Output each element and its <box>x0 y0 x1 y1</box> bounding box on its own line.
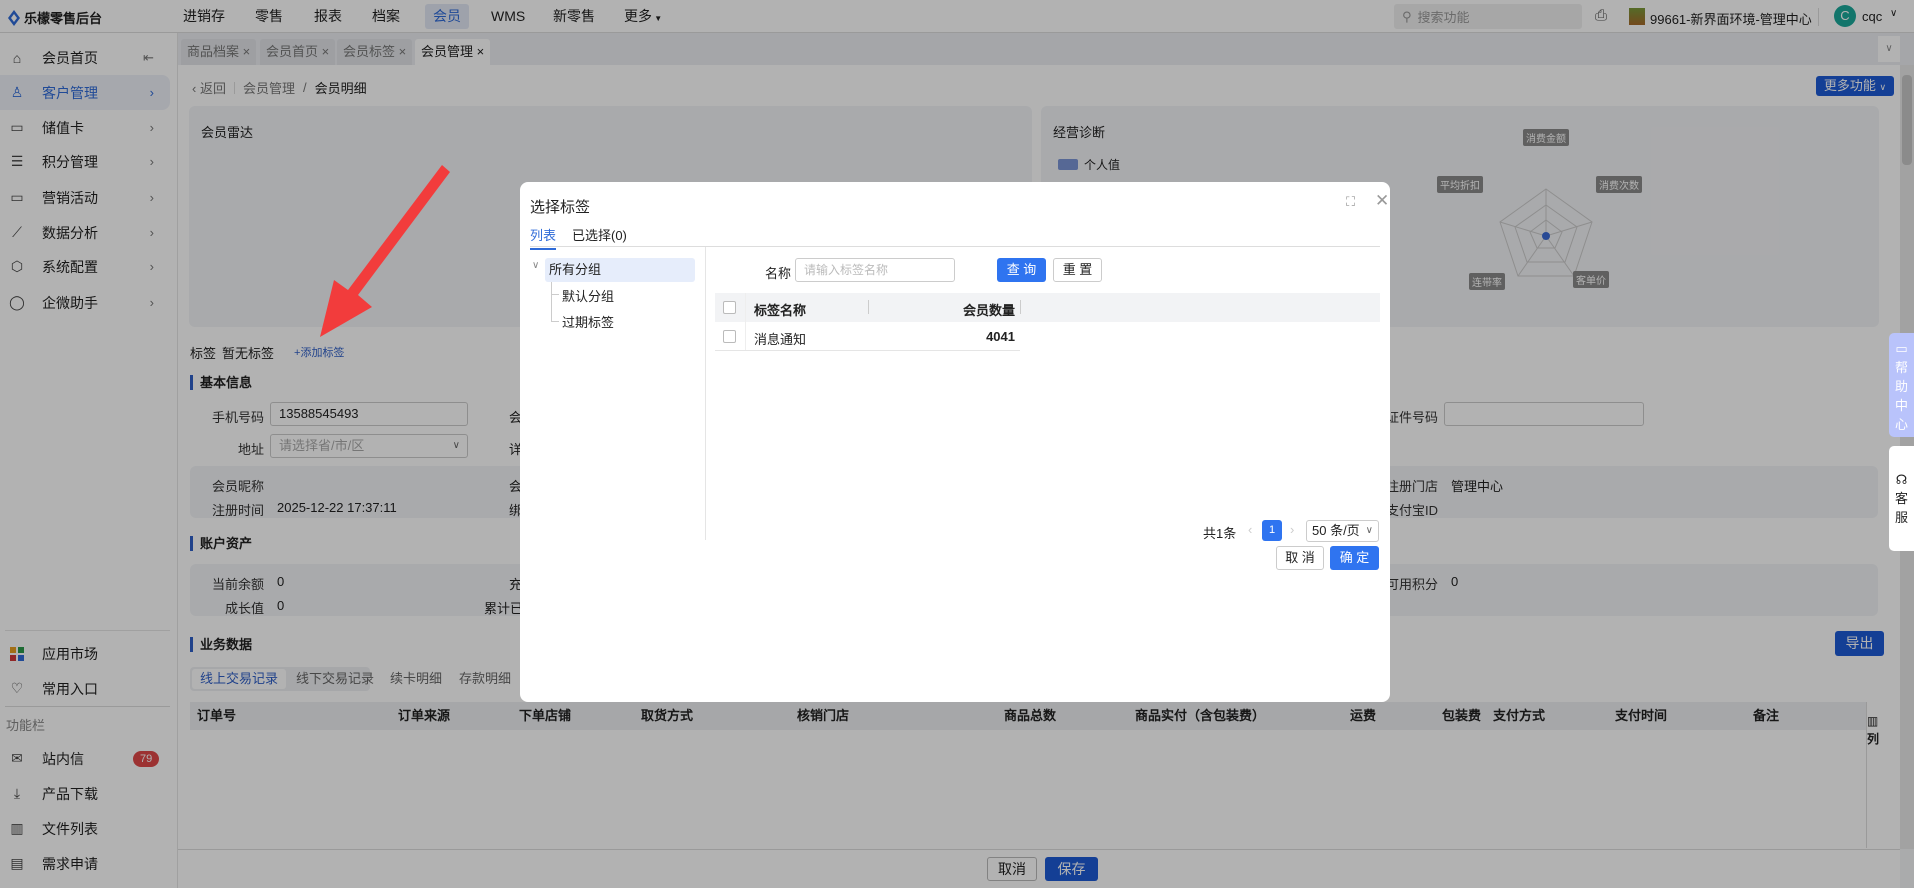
page-button[interactable]: 1 <box>1262 520 1282 541</box>
divider <box>705 247 706 540</box>
page-size-label: 50 条/页 <box>1312 523 1360 538</box>
tag-table-header <box>715 293 1380 322</box>
member-count: 4041 <box>986 329 1015 344</box>
divider <box>530 246 1380 247</box>
select-all-checkbox[interactable] <box>723 301 736 314</box>
tag-name: 消息通知 <box>754 332 807 347</box>
reset-button[interactable]: 重 置 <box>1053 258 1102 282</box>
dialog-cancel-button[interactable]: 取 消 <box>1276 546 1324 570</box>
tab-selected[interactable]: 已选择(0) <box>572 225 627 244</box>
tag-name-input[interactable]: 请输入标签名称 <box>795 258 955 282</box>
tree-node[interactable]: 默认分组 <box>562 286 614 305</box>
annotation-arrow-icon <box>320 165 450 337</box>
dialog-title: 选择标签 <box>530 199 591 216</box>
prev-page-icon[interactable]: ‹ <box>1248 522 1252 537</box>
tree-node[interactable]: 过期标签 <box>562 312 614 331</box>
row-checkbox[interactable] <box>723 330 736 343</box>
help-center-button[interactable]: ▭ 帮助中心 <box>1889 333 1914 437</box>
page-size-select[interactable]: 50 条/页 ∨ <box>1306 520 1379 542</box>
tree-line <box>552 321 559 322</box>
next-page-icon[interactable]: › <box>1290 522 1294 537</box>
table-row[interactable]: 消息通知 4041 <box>715 322 1020 351</box>
headset-icon: ☊ <box>1895 472 1908 487</box>
divider <box>868 300 869 314</box>
divider <box>1020 300 1021 314</box>
customer-service-label: 客服 <box>1895 491 1909 525</box>
maximize-icon[interactable]: ⛶ <box>1346 194 1355 210</box>
name-label: 名称 <box>765 266 792 281</box>
customer-service-button[interactable]: ☊ 客服 <box>1889 446 1914 551</box>
help-chat-icon: ▭ <box>1895 341 1908 356</box>
dialog-confirm-button[interactable]: 确 定 <box>1330 546 1379 570</box>
tree-expand-icon[interactable]: ∨ <box>532 260 539 271</box>
select-tag-dialog: 选择标签 ⛶ ✕ 列表 已选择(0) ∨ 所有分组 默认分组 过期标签 名称 请… <box>520 182 1390 702</box>
pagination-total: 共1条 <box>1203 526 1237 541</box>
tree-line <box>551 282 552 322</box>
tree-node-all[interactable]: 所有分组 <box>545 258 695 282</box>
column-header[interactable]: 会员数量 <box>954 300 1015 319</box>
column-header[interactable]: 标签名称 <box>754 300 806 319</box>
chevron-down-icon: ∨ <box>1365 525 1373 536</box>
tree-line <box>552 294 559 295</box>
query-button[interactable]: 查 询 <box>997 258 1046 282</box>
close-icon[interactable]: ✕ <box>1375 191 1389 211</box>
help-center-label: 帮助中心 <box>1895 360 1909 432</box>
